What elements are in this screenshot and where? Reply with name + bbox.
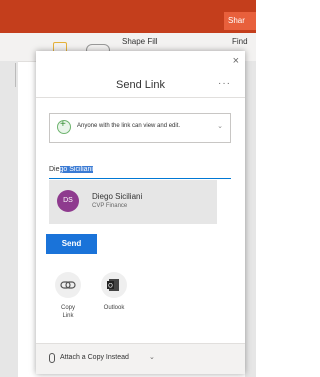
header-divider bbox=[36, 97, 245, 98]
suggestion-role: CVP Finance bbox=[92, 203, 128, 209]
recipient-prefix: Die bbox=[49, 166, 60, 173]
attach-copy-button[interactable]: Attach a Copy Instead ⌄ bbox=[36, 343, 245, 374]
globe-permission-icon bbox=[57, 119, 71, 134]
outlook-label: Outlook bbox=[103, 305, 125, 311]
shape-fill-label: Shape Fill bbox=[122, 37, 158, 46]
permission-text: Anyone with the link can view and edit. bbox=[77, 123, 181, 129]
share-button[interactable]: Shar bbox=[224, 12, 256, 30]
avatar: DS bbox=[57, 190, 79, 212]
more-options-icon[interactable]: ··· bbox=[218, 78, 231, 89]
paperclip-icon bbox=[49, 353, 55, 363]
outlook-icon: O bbox=[101, 272, 127, 298]
divider bbox=[15, 63, 16, 87]
copy-link-label: Copy Link bbox=[48, 304, 88, 320]
copy-link-label-text: Copy Link bbox=[60, 305, 75, 319]
recipient-selected-text: go Siciliani bbox=[59, 166, 93, 173]
slide-area-right bbox=[245, 61, 256, 377]
chevron-down-icon: ⌄ bbox=[217, 123, 223, 130]
close-icon[interactable]: × bbox=[233, 55, 239, 67]
shape-fill-button[interactable]: Shape Fill bbox=[122, 37, 158, 46]
find-button[interactable]: Find bbox=[232, 37, 248, 46]
attach-copy-label: Attach a Copy Instead bbox=[60, 354, 129, 361]
link-icon bbox=[55, 272, 81, 298]
send-link-dialog: × Send Link ··· Anyone with the link can… bbox=[36, 51, 245, 374]
recipient-text: Diego Siciliani bbox=[49, 166, 93, 173]
app-title-bar: Shar bbox=[0, 0, 256, 33]
send-button[interactable]: Send bbox=[46, 234, 97, 254]
recipient-input[interactable]: Diego Siciliani bbox=[49, 162, 231, 179]
dialog-title: Send Link bbox=[116, 79, 165, 91]
contact-suggestion[interactable]: DS Diego Siciliani CVP Finance bbox=[49, 180, 217, 224]
share-label: Shar bbox=[228, 16, 245, 25]
find-label: Find bbox=[232, 37, 248, 46]
chevron-down-icon: ⌄ bbox=[149, 354, 155, 361]
copy-link-button[interactable]: Copy Link bbox=[48, 272, 88, 320]
outlook-button[interactable]: O Outlook bbox=[94, 272, 134, 312]
slide-area-left bbox=[0, 61, 18, 377]
svg-text:O: O bbox=[108, 284, 113, 290]
link-permission-selector[interactable]: Anyone with the link can view and edit. … bbox=[49, 113, 231, 143]
suggestion-name: Diego Siciliani bbox=[92, 192, 143, 201]
